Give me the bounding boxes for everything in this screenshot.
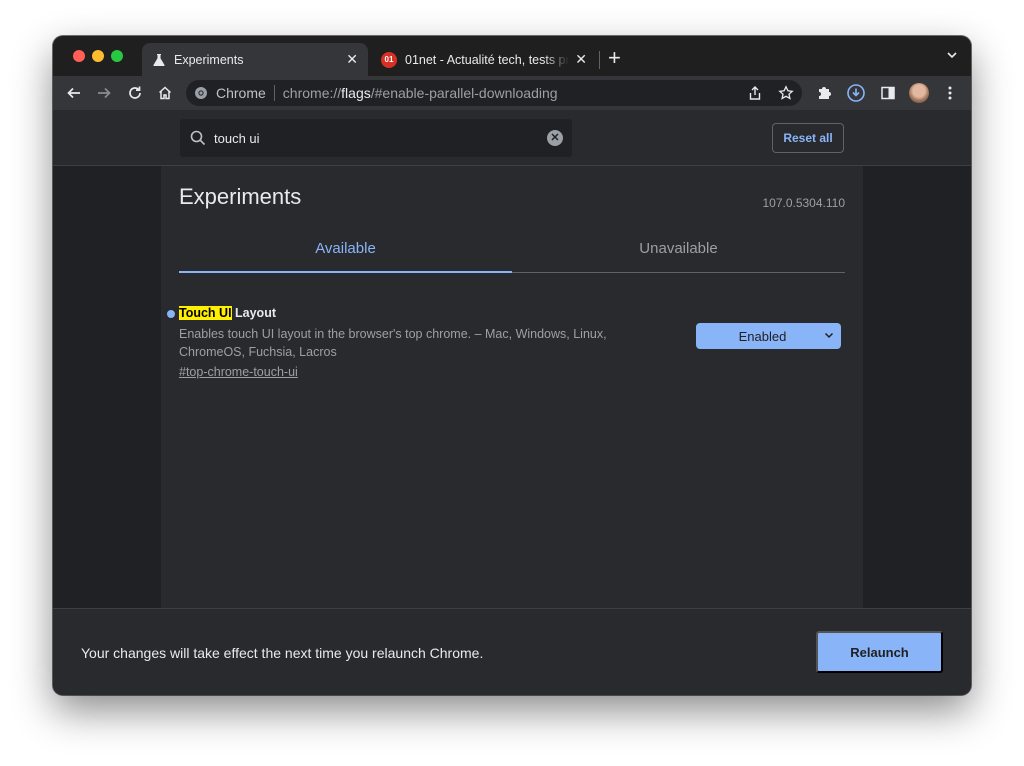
- profile-button[interactable]: [906, 80, 932, 106]
- url-path: /#enable-parallel-downloading: [370, 85, 558, 101]
- extensions-button[interactable]: [811, 80, 837, 106]
- forward-button[interactable]: [91, 80, 117, 106]
- download-icon: [847, 84, 865, 102]
- modified-indicator: [167, 310, 175, 318]
- tab-title: 01net - Actualité tech, tests produits: [405, 52, 570, 67]
- flags-tabs: Available Unavailable: [179, 224, 845, 273]
- share-icon[interactable]: [747, 85, 763, 101]
- flag-name: Touch UI Layout: [179, 306, 276, 320]
- more-vert-icon: [948, 86, 952, 100]
- new-tab-button[interactable]: +: [608, 46, 621, 70]
- back-button[interactable]: [61, 80, 87, 106]
- flag-state-select[interactable]: Enabled: [696, 323, 841, 349]
- omnibox[interactable]: Chrome chrome://flags/#enable-parallel-d…: [186, 80, 802, 106]
- relaunch-button[interactable]: Relaunch: [816, 631, 943, 673]
- browser-window: Experiments ✕ 01 01net - Actualité tech,…: [53, 36, 971, 695]
- forward-arrow-icon: [98, 87, 111, 99]
- home-icon: [158, 86, 172, 100]
- minimize-window-button[interactable]: [92, 50, 104, 62]
- side-panel-icon: [881, 86, 895, 100]
- reload-icon: [129, 86, 141, 99]
- flag-description: Enables touch UI layout in the browser's…: [179, 327, 607, 359]
- zoom-window-button[interactable]: [111, 50, 123, 62]
- omnibox-divider: [273, 85, 275, 101]
- flag-permalink[interactable]: #top-chrome-touch-ui: [179, 365, 298, 379]
- 01net-favicon-icon: 01: [381, 51, 397, 68]
- avatar: [909, 83, 929, 103]
- tab-available[interactable]: Available: [179, 224, 512, 272]
- tab-title: Experiments: [174, 52, 244, 67]
- flag-name-rest: Layout: [231, 306, 276, 320]
- back-arrow-icon: [67, 87, 80, 99]
- omnibox-chrome-label: Chrome: [216, 85, 266, 101]
- chevron-down-icon[interactable]: [945, 48, 959, 62]
- tab-divider: [599, 51, 600, 69]
- home-button[interactable]: [152, 80, 178, 106]
- page-title: Experiments: [179, 184, 302, 209]
- toolbar: Chrome chrome://flags/#enable-parallel-d…: [53, 76, 971, 110]
- url-scheme: chrome://: [282, 85, 342, 101]
- experiments-panel: Experiments 107.0.5304.110 Available Una…: [161, 166, 863, 612]
- clear-search-icon[interactable]: ✕: [547, 130, 563, 146]
- close-tab-icon[interactable]: ✕: [346, 51, 358, 68]
- tab-strip: Experiments ✕ 01 01net - Actualité tech,…: [53, 36, 971, 76]
- chevron-down-icon: [824, 332, 834, 339]
- bookmark-star-icon[interactable]: [778, 85, 794, 101]
- reload-button[interactable]: [122, 80, 148, 106]
- tab-unavailable[interactable]: Unavailable: [512, 224, 845, 272]
- downloads-button[interactable]: [843, 80, 869, 106]
- flags-page: ✕ Reset all Experiments 107.0.5304.110 A…: [53, 110, 971, 695]
- close-tab-icon[interactable]: ✕: [575, 51, 587, 68]
- version-label: 107.0.5304.110: [762, 196, 845, 210]
- chrome-logo-icon: [194, 86, 208, 100]
- omnibox-url: chrome://flags/#enable-parallel-download…: [283, 85, 558, 101]
- tab-01net[interactable]: 01 01net - Actualité tech, tests produit…: [371, 43, 597, 76]
- flag-state-value: Enabled: [738, 328, 787, 344]
- puzzle-icon: [819, 87, 831, 99]
- search-highlight: Touch UI: [179, 306, 232, 320]
- relaunch-footer: Your changes will take effect the next t…: [53, 608, 971, 695]
- search-box[interactable]: ✕: [180, 119, 572, 157]
- menu-button[interactable]: [937, 80, 963, 106]
- side-panel-button[interactable]: [875, 80, 901, 106]
- reset-all-button[interactable]: Reset all: [772, 123, 844, 153]
- flask-icon: [153, 53, 165, 66]
- relaunch-message: Your changes will take effect the next t…: [81, 645, 484, 661]
- url-host: flags: [341, 85, 371, 101]
- close-window-button[interactable]: [73, 50, 85, 62]
- search-icon: [190, 130, 206, 146]
- search-input[interactable]: [212, 129, 536, 147]
- flags-search-bar: ✕ Reset all: [53, 110, 971, 166]
- tab-experiments[interactable]: Experiments ✕: [142, 43, 368, 76]
- tab-selected-indicator: [179, 271, 512, 273]
